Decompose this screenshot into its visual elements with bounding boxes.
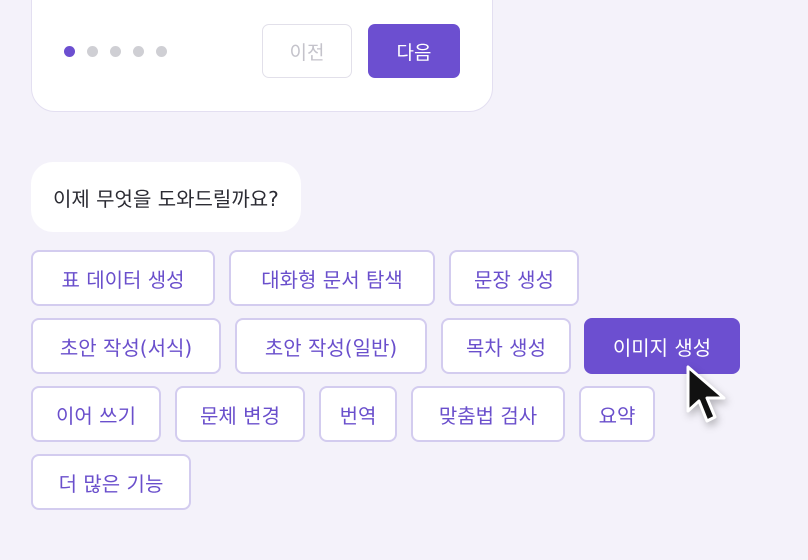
action-chip-toc[interactable]: 목차 생성 — [441, 318, 571, 374]
step-dot-5[interactable] — [156, 46, 167, 57]
action-chip-draft-format[interactable]: 초안 작성(서식) — [31, 318, 221, 374]
action-chip-more[interactable]: 더 많은 기능 — [31, 454, 191, 510]
action-chip-doc-explore[interactable]: 대화형 문서 탐색 — [229, 250, 435, 306]
step-dot-1[interactable] — [64, 46, 75, 57]
prev-button[interactable]: 이전 — [262, 24, 352, 78]
step-indicator — [64, 46, 167, 57]
assistant-message: 이제 무엇을 도와드릴까요? — [31, 162, 301, 232]
step-dot-4[interactable] — [133, 46, 144, 57]
action-chip-continue[interactable]: 이어 쓰기 — [31, 386, 161, 442]
next-button[interactable]: 다음 — [368, 24, 460, 78]
step-dot-3[interactable] — [110, 46, 121, 57]
action-chip-summary[interactable]: 요약 — [579, 386, 655, 442]
action-chip-translate[interactable]: 번역 — [319, 386, 397, 442]
action-chip-sentence[interactable]: 문장 생성 — [449, 250, 579, 306]
action-chip-style[interactable]: 문체 변경 — [175, 386, 305, 442]
action-chip-draft-general[interactable]: 초안 작성(일반) — [235, 318, 427, 374]
arrow-cursor-icon — [686, 365, 726, 423]
action-chip-table-data[interactable]: 표 데이터 생성 — [31, 250, 215, 306]
action-chip-spellcheck[interactable]: 맞춤법 검사 — [411, 386, 565, 442]
step-dot-2[interactable] — [87, 46, 98, 57]
